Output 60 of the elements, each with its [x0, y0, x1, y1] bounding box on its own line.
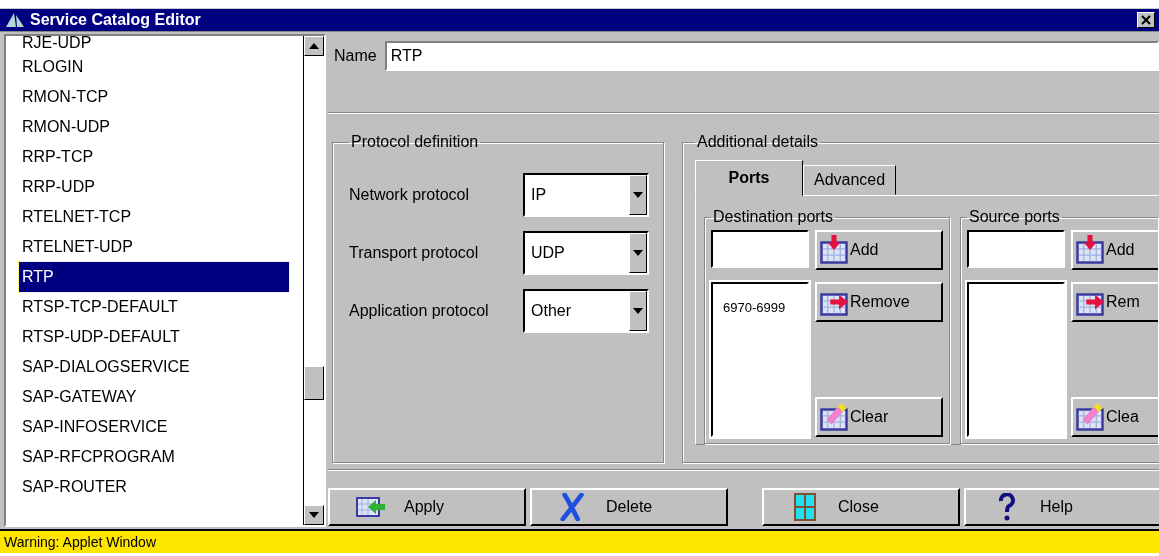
field-label: Application protocol: [349, 302, 490, 320]
port-field[interactable]: [711, 230, 809, 268]
eraser-icon: [1075, 402, 1105, 432]
list-item[interactable]: RRP-UDP: [19, 172, 289, 202]
scroll-up-button[interactable]: [304, 36, 324, 56]
clear-button[interactable]: Clear: [815, 397, 943, 437]
tab[interactable]: Advanced: [803, 165, 897, 195]
tab[interactable]: Ports: [695, 160, 803, 196]
list-item[interactable]: RTELNET-UDP: [19, 232, 289, 262]
group-title: Source ports: [968, 208, 1061, 226]
close-button[interactable]: [1137, 12, 1155, 28]
sailboat-icon: [4, 11, 26, 29]
add-icon: [819, 235, 849, 265]
scroll-down-button[interactable]: [304, 505, 324, 525]
status-bar: Warning: Applet Window: [0, 529, 1159, 553]
port-entry[interactable]: 6970-6999: [723, 300, 807, 315]
group-title: Additional details: [696, 133, 819, 151]
list-item[interactable]: RLOGIN: [19, 52, 289, 82]
list-item[interactable]: RTELNET-TCP: [19, 202, 289, 232]
help-button[interactable]: Help: [964, 488, 1159, 526]
list-item[interactable]: RTP: [19, 262, 289, 292]
add-button[interactable]: Add: [1071, 230, 1158, 270]
add-button[interactable]: Add: [815, 230, 943, 270]
eraser-icon: [819, 402, 849, 432]
list-item[interactable]: RRP-TCP: [19, 142, 289, 172]
list-item[interactable]: RMON-TCP: [19, 82, 289, 112]
scroll-thumb[interactable]: [304, 366, 324, 400]
caret-icon: [633, 308, 643, 314]
list-item[interactable]: SAP-ROUTER: [19, 472, 289, 502]
close-button[interactable]: Close: [762, 488, 960, 526]
port-field[interactable]: [967, 230, 1065, 268]
dropdown[interactable]: UDP: [523, 231, 649, 275]
remove-button[interactable]: Rem: [1071, 282, 1158, 322]
name-field[interactable]: RTP: [384, 41, 1159, 71]
list-item[interactable]: RMON-UDP: [19, 112, 289, 142]
caret-icon: [309, 43, 319, 49]
clear-button[interactable]: Clea: [1071, 397, 1158, 437]
add-icon: [1075, 235, 1105, 265]
list-item[interactable]: SAP-DIALOGSERVICE: [19, 352, 289, 382]
name-label: Name: [334, 47, 377, 65]
list-item[interactable]: SAP-GATEWAY: [19, 382, 289, 412]
field-label: Network protocol: [349, 186, 471, 204]
group-title: Protocol definition: [350, 133, 480, 151]
remove-button[interactable]: Remove: [815, 282, 943, 322]
delete-button[interactable]: Delete: [530, 488, 728, 526]
apply-button[interactable]: Apply: [328, 488, 526, 526]
caret-icon: [633, 192, 643, 198]
caret-icon: [633, 250, 643, 256]
list-item[interactable]: SAP-RFCPROGRAM: [19, 442, 289, 472]
field-label: Transport protocol: [349, 244, 480, 262]
dropdown[interactable]: Other: [523, 289, 649, 333]
list-item[interactable]: SAP-INFOSERVICE: [19, 412, 289, 442]
list-item[interactable]: RTSP-UDP-DEFAULT: [19, 322, 289, 352]
list-item[interactable]: RTSP-TCP-DEFAULT: [19, 292, 289, 322]
window-title: Service Catalog Editor: [30, 11, 202, 29]
caret-icon: [309, 512, 319, 518]
list-item[interactable]: RJE-UDP: [19, 36, 289, 52]
dropdown[interactable]: IP: [523, 173, 649, 217]
group-title: Destination ports: [712, 208, 835, 226]
scrollbar[interactable]: [303, 36, 324, 525]
